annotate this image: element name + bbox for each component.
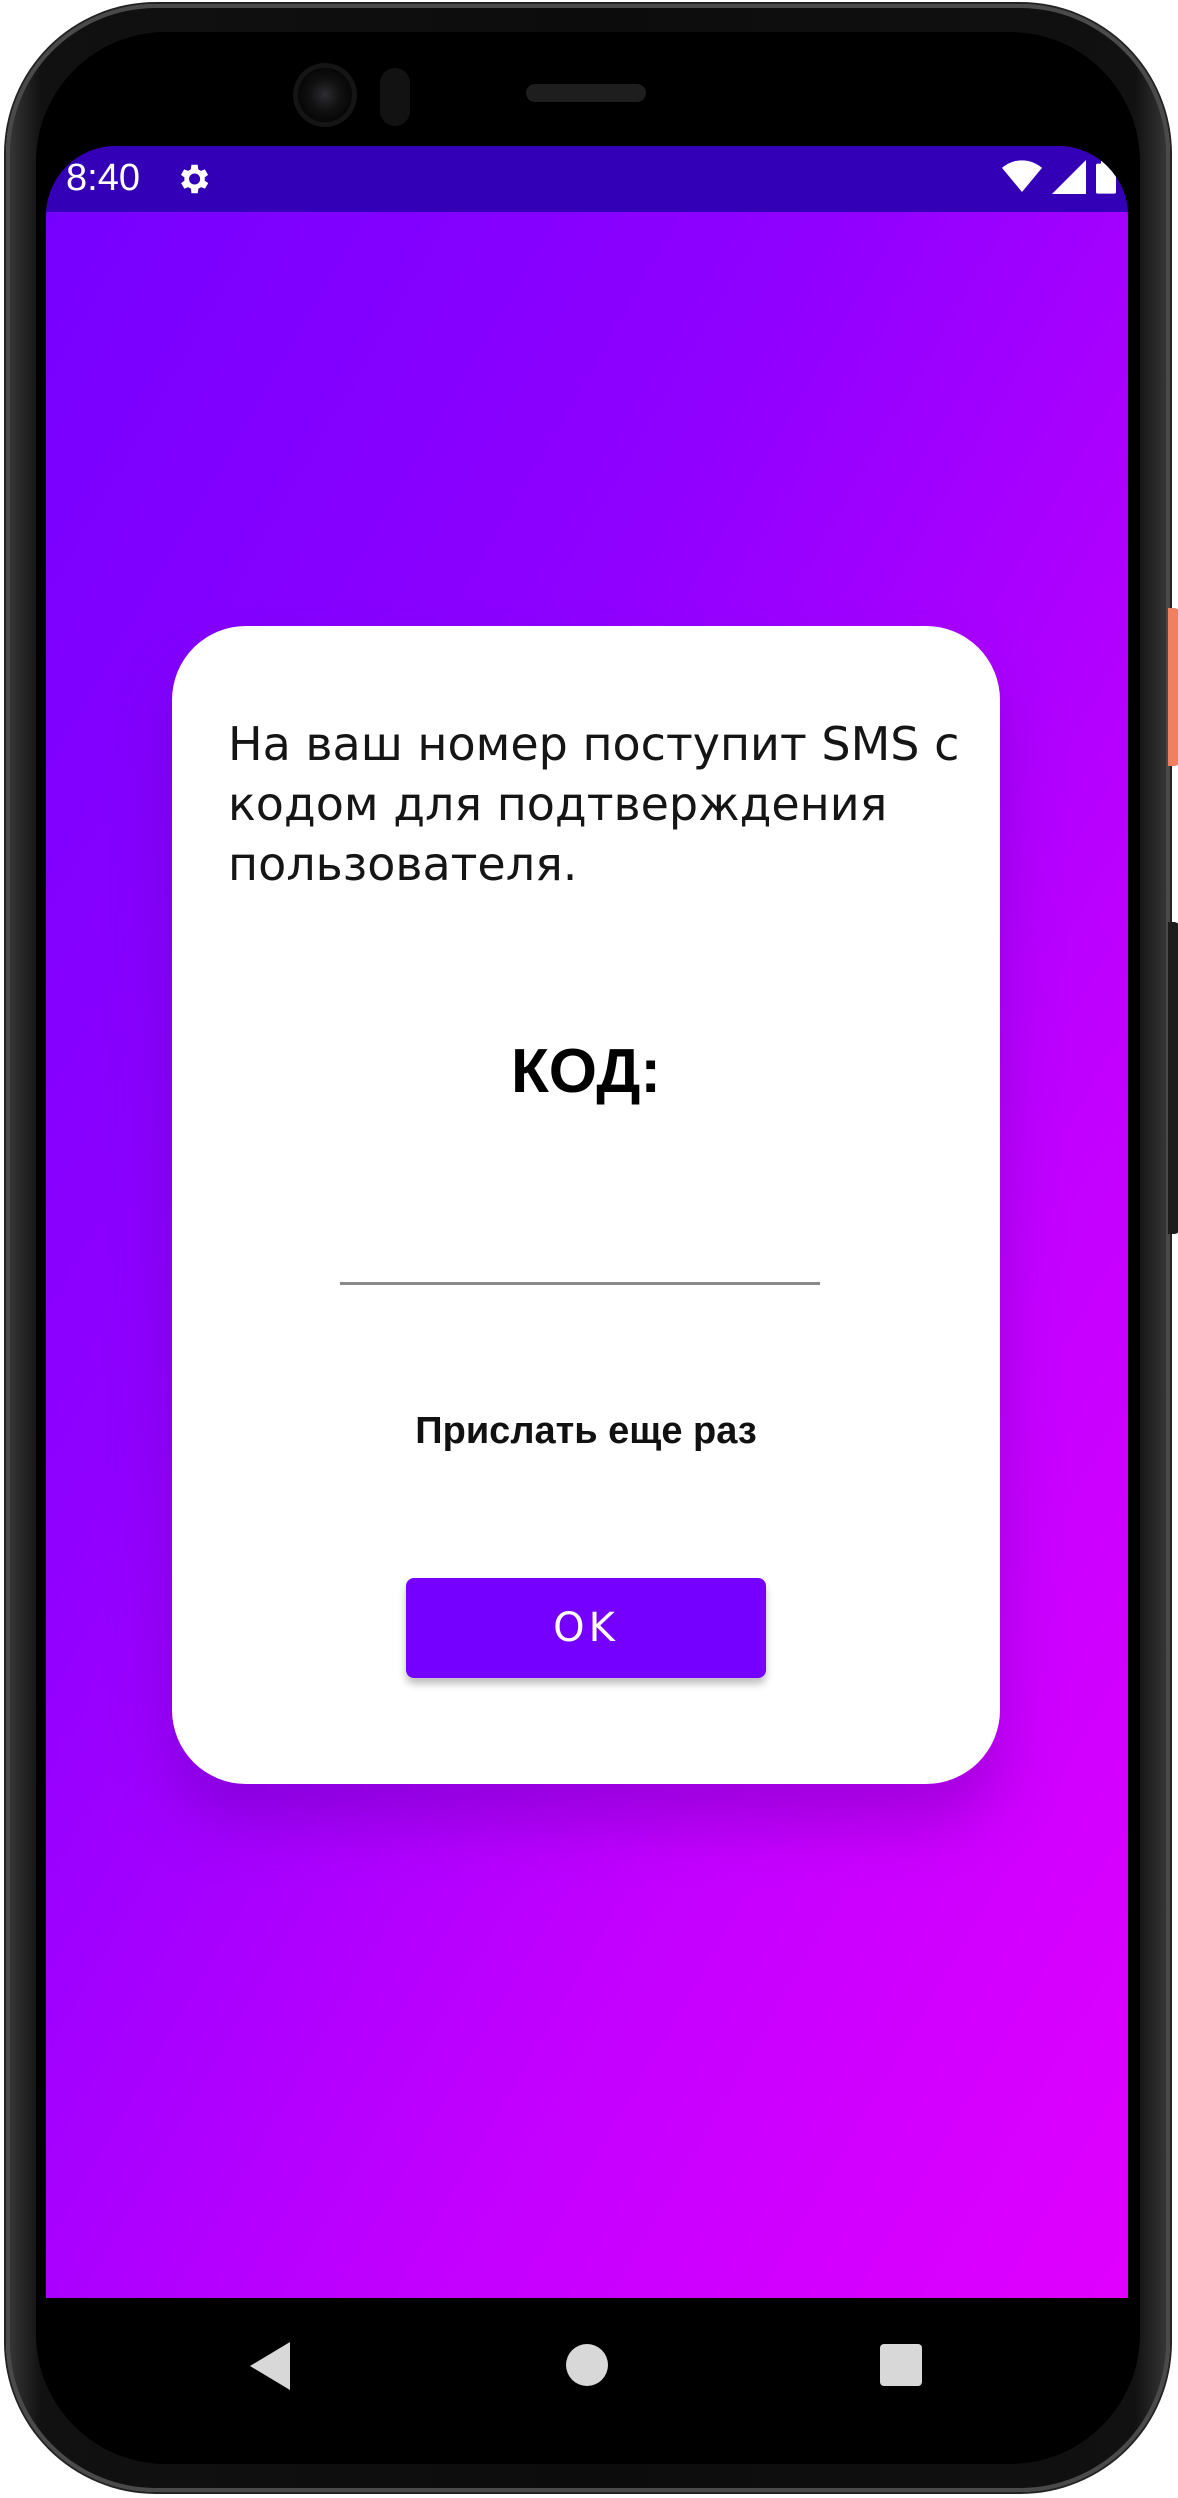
home-icon[interactable] <box>566 2344 608 2386</box>
code-input[interactable] <box>340 1210 820 1285</box>
volume-button <box>1168 922 1178 1234</box>
settings-gear-icon <box>174 160 212 198</box>
sms-confirmation-dialog: На ваш номер поступит SMS с кодом для по… <box>172 626 1000 1784</box>
wifi-icon <box>1002 160 1042 198</box>
navigation-bar <box>46 2298 1128 2428</box>
front-camera <box>298 68 352 122</box>
ok-button[interactable]: OK <box>406 1578 766 1678</box>
back-icon[interactable] <box>250 2342 290 2390</box>
status-bar: 8:40 <box>46 146 1128 212</box>
status-time: 8:40 <box>66 157 140 199</box>
battery-icon <box>1096 160 1116 198</box>
resend-link[interactable]: Прислать еще раз <box>172 1410 1000 1453</box>
signal-icon <box>1052 160 1086 198</box>
earpiece-speaker <box>526 84 646 102</box>
app-screen: 8:40 На ваш номер поступит SMS с кодом д… <box>46 146 1128 2298</box>
proximity-sensor <box>380 68 410 126</box>
code-label: КОД: <box>510 1037 662 1106</box>
status-icons <box>1002 160 1116 198</box>
dialog-message: На ваш номер поступит SMS с кодом для по… <box>228 717 960 891</box>
recents-icon[interactable] <box>880 2344 922 2386</box>
power-button <box>1168 608 1178 766</box>
